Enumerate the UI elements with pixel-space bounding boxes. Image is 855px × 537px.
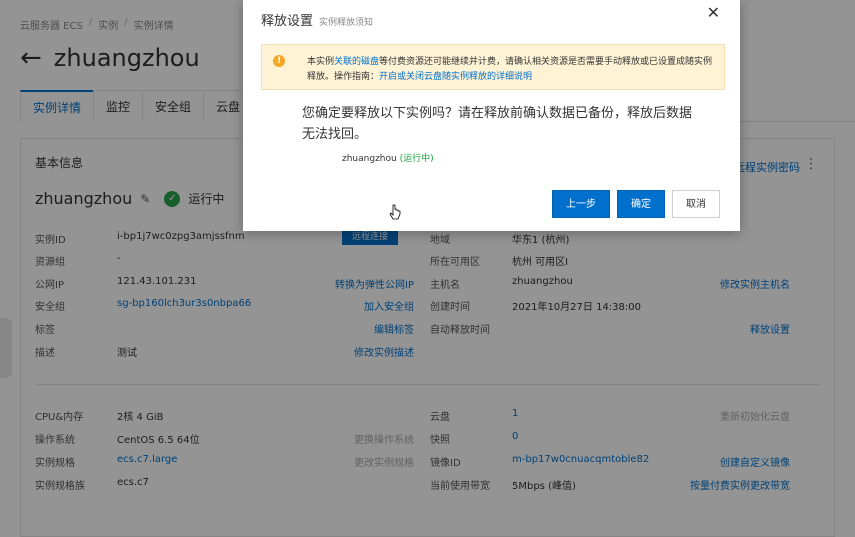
associated-disks-link[interactable]: 关联的磁盘 bbox=[334, 57, 379, 67]
close-icon[interactable]: ✕ bbox=[707, 5, 720, 21]
release-instance-name: zhuangzhou bbox=[342, 154, 397, 164]
dialog-title: 释放设置 bbox=[261, 14, 314, 29]
dialog-subtitle: 实例释放须知 bbox=[319, 18, 374, 28]
warning-icon: ! bbox=[273, 55, 285, 67]
disk-release-guide-link[interactable]: 开启或关闭云盘随实例释放的详细说明 bbox=[379, 72, 532, 82]
warning-text: 本实例关联的磁盘等付费资源还可能继续并计费，请确认相关资源是否需要手动释放或已设… bbox=[307, 55, 719, 85]
release-settings-dialog: 释放设置 实例释放须知 ✕ ! 本实例关联的磁盘等付费资源还可能继续并计费，请确… bbox=[243, 0, 740, 231]
confirm-button[interactable]: 确定 bbox=[617, 190, 665, 218]
warning-alert: ! 本实例关联的磁盘等付费资源还可能继续并计费，请确认相关资源是否需要手动释放或… bbox=[261, 44, 725, 90]
cancel-button[interactable]: 取消 bbox=[672, 190, 720, 218]
release-instance-item: zhuangzhou (运行中) bbox=[342, 151, 434, 164]
warning-text-part: 本实例 bbox=[307, 57, 335, 67]
previous-step-button[interactable]: 上一步 bbox=[552, 190, 610, 218]
release-instance-status: (运行中) bbox=[399, 154, 434, 164]
hand-cursor-icon bbox=[389, 204, 401, 220]
confirm-question: 您确定要释放以下实例吗？请在释放前确认数据已备份，释放后数据无法找回。 bbox=[302, 106, 693, 142]
